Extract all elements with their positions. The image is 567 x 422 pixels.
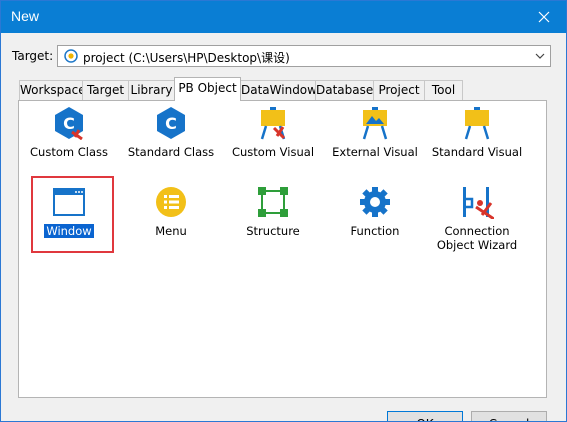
target-dropdown[interactable]: project (C:\Users\HP\Desktop\课设) <box>57 45 551 67</box>
menu-icon <box>156 187 186 217</box>
tab-database[interactable]: Database <box>315 80 374 100</box>
item-standard-visual[interactable]: Standard Visual <box>427 106 527 166</box>
target-label: Target: <box>12 49 54 63</box>
structure-icon <box>258 187 288 217</box>
tab-project[interactable]: Project <box>373 80 425 100</box>
item-standard-class[interactable]: C Standard Class <box>121 106 221 166</box>
svg-text:C: C <box>165 114 177 133</box>
item-label: Custom Visual <box>231 145 315 159</box>
custom-class-icon: C <box>55 107 83 140</box>
tab-label: Workspace <box>20 83 86 97</box>
item-label: Connection Object Wizard <box>436 224 518 252</box>
custom-visual-icon <box>260 107 286 140</box>
tab-workspace[interactable]: Workspace <box>19 80 86 100</box>
dialog-title: New <box>11 8 40 24</box>
item-label: Menu <box>155 224 187 238</box>
tab-target[interactable]: Target <box>82 80 129 100</box>
tab-label: Library <box>130 83 173 97</box>
item-label: Standard Class <box>127 145 215 159</box>
target-row: Target: project (C:\Users\HP\Desktop\课设) <box>12 45 552 69</box>
tab-pb-object[interactable]: PB Object <box>174 77 241 101</box>
item-label: Function <box>350 224 400 238</box>
tab-label: DataWindow <box>241 83 317 97</box>
ok-button[interactable]: OK <box>387 411 463 421</box>
item-function[interactable]: Function <box>325 185 425 245</box>
tab-label: Target <box>86 83 125 97</box>
tab-datawindow[interactable]: DataWindow <box>240 80 317 100</box>
tab-label: PB Object <box>178 81 237 95</box>
item-label: Structure <box>246 224 300 238</box>
selection-highlight <box>31 176 114 253</box>
object-panel: C Custom Class C Standard Class Custom V… <box>18 100 547 398</box>
new-dialog: New Target: project (C:\Users\HP\Desktop… <box>0 0 567 422</box>
item-label: Custom Class <box>30 145 108 159</box>
tab-label: Tool <box>431 83 456 97</box>
close-icon <box>538 11 550 23</box>
standard-visual-icon <box>464 107 490 140</box>
close-button[interactable] <box>522 1 566 33</box>
target-value: project (C:\Users\HP\Desktop\课设) <box>83 51 290 65</box>
item-custom-visual[interactable]: Custom Visual <box>223 106 323 166</box>
item-menu[interactable]: Menu <box>121 185 221 245</box>
cancel-button[interactable]: Cancel <box>471 411 547 421</box>
function-icon <box>360 187 390 217</box>
tab-label: Project <box>378 83 420 97</box>
tab-library[interactable]: Library <box>128 80 175 100</box>
svg-text:C: C <box>63 114 75 133</box>
tab-label: Database <box>316 83 374 97</box>
item-custom-class[interactable]: C Custom Class <box>19 106 119 166</box>
chevron-down-icon <box>535 53 545 59</box>
item-label: External Visual <box>332 145 418 159</box>
item-external-visual[interactable]: External Visual <box>325 106 425 166</box>
item-connection-object-wizard[interactable]: Connection Object Wizard <box>427 185 527 255</box>
title-bar: New <box>1 1 566 33</box>
target-icon <box>64 49 78 63</box>
item-label: Standard Visual <box>431 145 523 159</box>
standard-class-icon: C <box>157 107 185 139</box>
connection-wizard-icon <box>463 187 494 219</box>
external-visual-icon <box>362 107 388 140</box>
item-structure[interactable]: Structure <box>223 185 323 245</box>
tab-tool[interactable]: Tool <box>424 80 463 100</box>
